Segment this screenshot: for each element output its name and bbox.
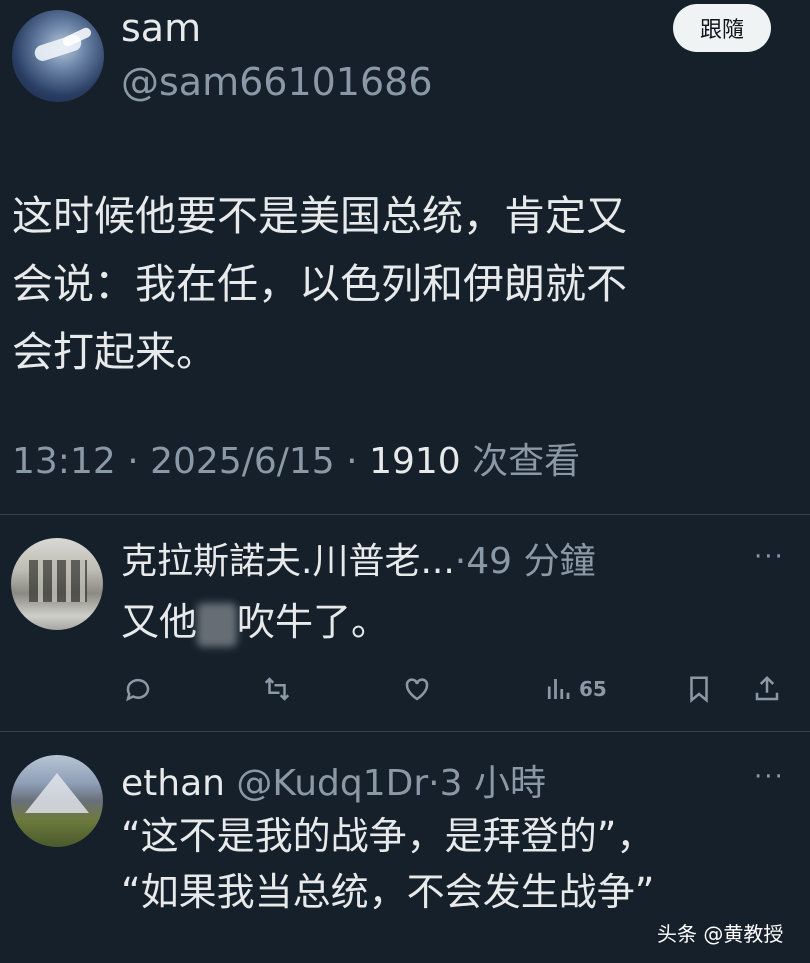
reply-handle-time: @Kudq1Dr·3 小時 [224,763,546,804]
reply-text-line: “这不是我的战争，是拜登的”， [121,814,655,858]
author-name[interactable]: sam [121,6,201,50]
reply-text-part: 吹牛了。 [237,600,390,644]
follow-button[interactable]: 跟隨 [673,4,771,52]
reply-author-name[interactable]: 克拉斯諾夫.川普老... [121,541,455,582]
reply-header: 克拉斯諾夫.川普老...·49 分鐘 [121,532,595,584]
reply-time: ·49 分鐘 [454,541,596,582]
views-count: 1910 [369,441,461,482]
reply-icon[interactable] [123,674,153,704]
avatar-photo-figures [29,560,87,602]
views-icon[interactable]: 65 [543,674,607,704]
retweet-icon[interactable] [262,674,292,704]
blurred-character [197,602,238,647]
author-handle[interactable]: @sam66101686 [121,60,433,104]
post-text-line: 会说：我在任，以色列和伊朗就不 [12,260,627,308]
post-text-line: 这时候他要不是美国总统，肯定又 [12,192,627,240]
more-options-icon[interactable]: ··· [754,542,785,572]
reply-text: “这不是我的战争，是拜登的”， “如果我当总统，不会发生战争” [121,808,654,920]
avatar-mountain-peak [25,773,89,813]
reply-avatar[interactable] [11,538,103,630]
reply-text: 又他 吹牛了。 [121,594,389,650]
reply-text-part: 又他 [121,600,198,644]
reply-text-line: “如果我当总统，不会发生战争” [121,870,655,914]
like-icon[interactable] [402,674,432,704]
watermark: 头条 @黄教授 [657,922,784,946]
post-meta: 13:12 · 2025/6/15 · 1910 次查看 [12,432,580,484]
bookmark-icon[interactable] [684,674,714,704]
post-time[interactable]: 13:12 [12,441,116,482]
more-options-icon[interactable]: ··· [754,762,785,792]
reply-avatar[interactable] [11,755,103,847]
post-text: 这时候他要不是美国总统，肯定又 会说：我在任，以色列和伊朗就不 会打起来。 [12,182,782,386]
meta-separator: · [346,441,358,482]
divider [0,731,810,732]
post-text-line: 会打起来。 [12,328,217,376]
meta-separator: · [127,441,139,482]
reply-header: ethan @Kudq1Dr·3 小時 [121,754,546,806]
post-date[interactable]: 2025/6/15 [150,441,335,482]
divider [0,514,810,515]
reply-author-name[interactable]: ethan [121,763,225,804]
views-label: 次查看 [460,441,581,482]
reply-views-count: 65 [579,677,607,701]
author-avatar[interactable] [12,10,104,102]
share-icon[interactable] [752,674,782,704]
